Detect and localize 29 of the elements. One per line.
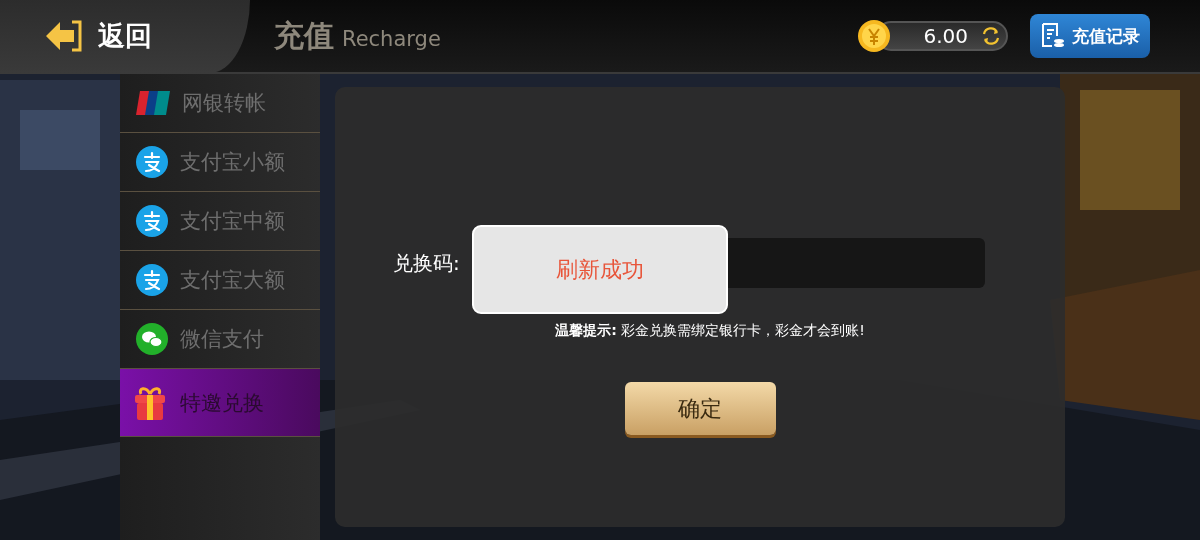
tip-text: 温馨提示: 彩金兑换需绑定银行卡，彩金才会到账! [555,322,865,340]
payment-method-item[interactable]: 网银转帐 [120,74,320,133]
refresh-icon[interactable] [980,25,1002,47]
payment-method-item[interactable]: 支付宝大额 [120,251,320,310]
code-label: 兑换码: [393,249,461,277]
payment-method-item[interactable]: 特邀兑换 [120,369,320,437]
records-button[interactable]: 充值记录 [1030,14,1150,58]
payment-method-item[interactable]: 支付宝小额 [120,133,320,192]
chat-bubbles-icon [136,323,168,355]
page-subtitle: Recharge [342,26,441,51]
wave-logo-icon [136,264,168,296]
payment-method-label: 支付宝小额 [180,149,285,176]
gift-icon [132,384,168,421]
receipt-icon [1040,22,1066,50]
coin-icon [858,20,890,52]
wave-logo-icon [136,146,168,178]
card-logo-icon [136,91,170,115]
page-title: 充值 [274,16,334,55]
payment-method-label: 支付宝中额 [180,208,285,235]
payment-method-item[interactable]: 支付宝中额 [120,192,320,251]
confirm-button[interactable]: 确定 [624,382,776,435]
payment-method-label: 特邀兑换 [180,389,264,417]
back-button[interactable]: 返回 [0,0,250,73]
payment-method-label: 网银转帐 [182,90,266,117]
payment-method-label: 支付宝大额 [180,267,285,294]
payment-method-label: 微信支付 [180,326,264,353]
toast-message: 刷新成功 [556,255,644,284]
balance-amount: 6.00 [923,24,968,48]
wave-logo-icon [136,205,168,237]
